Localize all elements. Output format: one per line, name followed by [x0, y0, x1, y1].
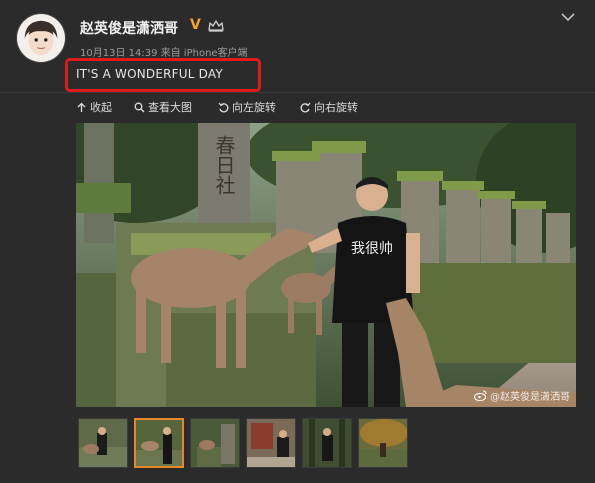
thumbnail[interactable]: [358, 418, 408, 468]
chevron-down-icon[interactable]: [561, 12, 575, 22]
weibo-logo-icon: [474, 390, 487, 401]
watermark-text: @赵英俊是潇洒哥: [490, 392, 570, 403]
sign-text: 春日社: [212, 135, 236, 195]
rotate-left-icon: [218, 102, 229, 112]
view-large-label: 查看大图: [148, 101, 192, 114]
thumbnail[interactable]: [302, 418, 352, 468]
highlight-box: [65, 58, 261, 92]
weibo-post-card: 赵英俊是潇洒哥 V 10月13日 14:39 来自 iPhone客户端 IT'S…: [0, 0, 595, 483]
rotate-left-button[interactable]: 向左旋转: [218, 99, 276, 115]
watermark: @赵英俊是潇洒哥: [474, 388, 570, 403]
thumbnail-active[interactable]: [134, 418, 184, 468]
post-meta: 10月13日 14:39 来自 iPhone客户端: [80, 48, 248, 59]
avatar[interactable]: [16, 13, 66, 63]
arrow-up-icon: [77, 102, 86, 112]
rotate-right-label: 向右旋转: [314, 101, 358, 114]
collapse-label: 收起: [90, 101, 112, 114]
username[interactable]: 赵英俊是潇洒哥: [80, 18, 178, 38]
rotate-right-button[interactable]: 向右旋转: [300, 99, 358, 115]
main-photo[interactable]: 春日社 我很帅 @赵英俊是潇洒哥: [76, 123, 576, 407]
thumbnail[interactable]: [246, 418, 296, 468]
collapse-button[interactable]: 收起: [76, 99, 112, 115]
thumbnail[interactable]: [78, 418, 128, 468]
thumbnail[interactable]: [190, 418, 240, 468]
rotate-left-label: 向左旋转: [232, 101, 276, 114]
search-icon: [134, 102, 145, 112]
verified-icon: V: [190, 17, 201, 33]
crown-icon[interactable]: [208, 20, 224, 32]
rotate-right-icon: [300, 102, 311, 112]
image-toolbar: 收起 查看大图 向左旋转 向右旋转: [0, 92, 595, 122]
view-large-button[interactable]: 查看大图: [134, 99, 192, 115]
shirt-text: 我很帅: [351, 241, 393, 257]
